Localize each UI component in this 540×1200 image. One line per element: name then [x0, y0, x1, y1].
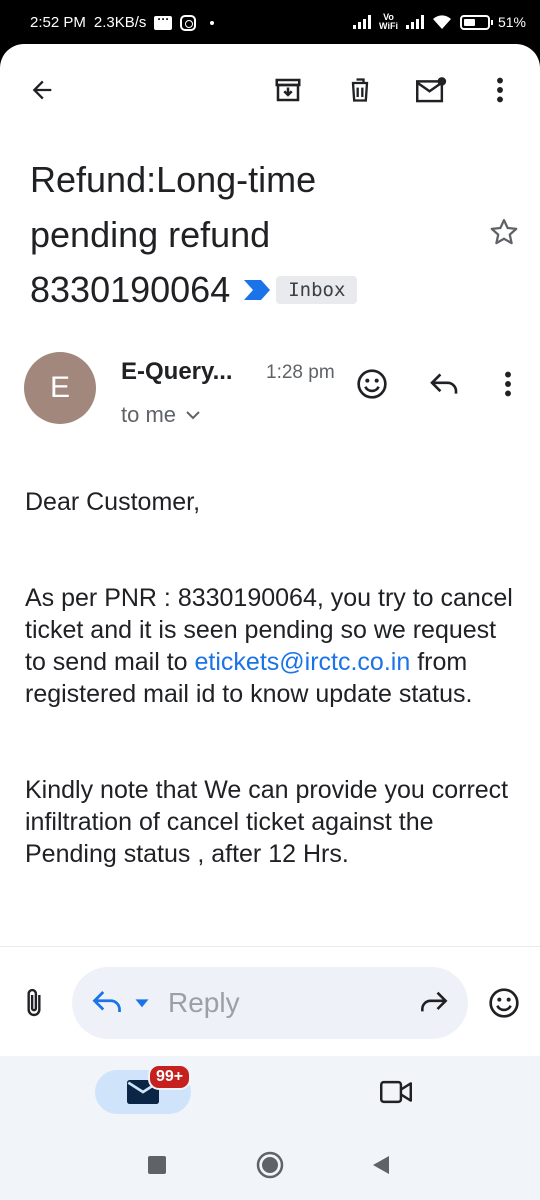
attach-button[interactable]	[14, 983, 54, 1023]
more-options-button[interactable]	[480, 70, 520, 110]
delete-icon	[351, 78, 369, 102]
reply-button[interactable]	[424, 364, 464, 404]
subject-line-2: pending refund	[30, 214, 271, 255]
emoji-icon	[489, 988, 519, 1018]
square-icon	[148, 1156, 166, 1174]
delete-button[interactable]	[340, 70, 380, 110]
sender-time: 1:28 pm	[266, 362, 335, 383]
forward-icon[interactable]	[420, 989, 448, 1015]
signal-icon	[353, 15, 372, 29]
system-navigation-bar	[0, 1130, 540, 1200]
email-body: Dear Customer, As per PNR : 8330190064, …	[25, 486, 515, 934]
more-notifications-dot-icon	[210, 20, 215, 25]
reply-emoji-button[interactable]	[484, 983, 524, 1023]
gmail-app: Refund:Long-time pending refund 83301900…	[0, 44, 540, 1130]
chevron-down-icon	[186, 411, 200, 420]
star-button[interactable]	[484, 212, 524, 252]
back-triangle-icon	[373, 1156, 389, 1174]
battery-icon	[459, 14, 493, 30]
signal-2-icon	[405, 15, 424, 29]
mark-unread-icon	[416, 77, 447, 103]
inbox-label-chip[interactable]: Inbox	[276, 275, 358, 304]
body-paragraph-1: As per PNR : 8330190064, you try to canc…	[25, 582, 515, 710]
email-subject: Refund:Long-time pending refund 83301900…	[30, 152, 470, 317]
bottom-navigation: 99+	[0, 1056, 540, 1130]
reply-bar: Reply	[0, 946, 540, 1056]
status-right: Vo WiFi 51%	[353, 13, 526, 31]
mark-unread-button[interactable]	[412, 70, 452, 110]
recipient-details-toggle[interactable]: to me	[121, 402, 200, 428]
subject-number: 8330190064	[30, 269, 231, 310]
system-back-button[interactable]	[366, 1150, 396, 1180]
sender-name[interactable]: E-Query...	[121, 358, 233, 386]
home-circle-icon	[256, 1151, 284, 1179]
recent-apps-button[interactable]	[142, 1150, 172, 1180]
reply-placeholder: Reply	[168, 987, 240, 1018]
attachment-icon	[27, 988, 41, 1017]
recipient-label: to me	[121, 402, 177, 427]
home-button[interactable]	[255, 1150, 285, 1180]
body-paragraph-2: Kindly note that We can provide you corr…	[25, 776, 509, 868]
archive-button[interactable]	[268, 70, 308, 110]
star-icon	[490, 219, 518, 245]
battery-percent: 51%	[497, 14, 526, 30]
back-arrow-icon	[32, 80, 52, 100]
vowifi-icon: Vo WiFi	[379, 13, 398, 31]
reply-icon	[430, 373, 458, 394]
status-speed: 2.3KB/s	[93, 14, 147, 31]
add-reaction-button[interactable]	[352, 364, 392, 404]
more-vert-icon	[497, 77, 503, 103]
wifi-icon	[432, 15, 451, 29]
back-button[interactable]	[22, 70, 62, 110]
status-bar: 2:52 PM 2.3KB/s VoWiFi 51%	[0, 0, 540, 44]
status-left: 2:52 PM 2.3KB/s	[30, 12, 215, 31]
body-greeting: Dear Customer,	[25, 488, 201, 516]
message-more-button[interactable]	[488, 364, 528, 404]
sender-avatar[interactable]: E	[24, 352, 96, 424]
toolbar	[0, 44, 540, 136]
vowifi-bottom-label: WiFi	[379, 21, 398, 31]
subject-line-1: Refund:Long-time	[30, 159, 317, 200]
more-vert-icon	[505, 371, 511, 397]
email-link[interactable]: etickets@irctc.co.in	[195, 648, 411, 676]
message-notification-icon	[154, 12, 173, 30]
video-camera-icon	[380, 1080, 412, 1104]
sender-row: E E-Query... 1:28 pm to me	[0, 344, 540, 444]
reply-input[interactable]: Reply	[72, 967, 468, 1039]
status-time: 2:52 PM	[30, 14, 86, 31]
archive-icon	[275, 78, 301, 102]
instagram-notification-icon	[180, 14, 197, 31]
subject-line-3: 8330190064 Inbox	[30, 262, 470, 317]
meet-tab[interactable]	[376, 1074, 416, 1110]
reply-type-icon	[92, 991, 121, 1012]
emoji-icon	[357, 369, 387, 399]
important-marker-icon[interactable]	[244, 279, 271, 300]
caret-down-icon[interactable]	[134, 989, 150, 1015]
unread-count-badge: 99+	[148, 1064, 192, 1090]
